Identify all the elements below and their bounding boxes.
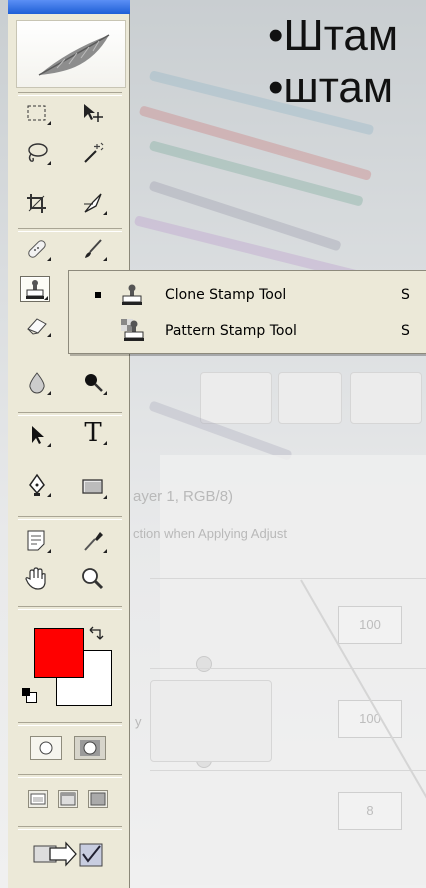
adjust-text: ction when Applying Adjust bbox=[133, 526, 287, 541]
zoom-icon bbox=[82, 568, 104, 590]
brush-icon bbox=[85, 239, 102, 258]
foreground-color-swatch[interactable] bbox=[34, 628, 84, 678]
brush-tool[interactable] bbox=[78, 236, 108, 262]
swap-colors-icon[interactable] bbox=[88, 624, 106, 642]
hand-icon bbox=[25, 567, 46, 590]
eraser-tool[interactable] bbox=[22, 312, 52, 338]
rectangular-marquee-tool[interactable] bbox=[22, 100, 52, 126]
crop-icon bbox=[27, 194, 46, 213]
magic-wand-tool[interactable] bbox=[78, 140, 108, 166]
blur-tool[interactable] bbox=[22, 370, 52, 396]
jump-to-button[interactable] bbox=[30, 838, 112, 870]
menu-item-shortcut: S bbox=[401, 323, 410, 339]
rectangular-marquee-icon bbox=[27, 105, 46, 121]
full-screen-menu-button[interactable] bbox=[58, 790, 78, 808]
bg-field-1: 100 bbox=[338, 606, 402, 644]
path-selection-icon bbox=[32, 426, 44, 444]
slide-bullet-2: •штам bbox=[268, 63, 394, 112]
menu-item-shortcut: S bbox=[401, 287, 410, 303]
default-colors-icon[interactable] bbox=[22, 688, 37, 703]
layer-title-text: ayer 1, RGB/8) bbox=[133, 488, 234, 505]
lasso-icon bbox=[28, 143, 48, 162]
clone-stamp-icon bbox=[122, 284, 142, 305]
eyedropper-tool[interactable] bbox=[78, 528, 108, 554]
move-icon bbox=[84, 104, 103, 122]
feather-logo[interactable] bbox=[16, 20, 126, 88]
full-screen-menu-icon bbox=[60, 792, 76, 806]
standard-screen-button[interactable] bbox=[28, 790, 48, 808]
bg-field-2: 100 bbox=[338, 700, 402, 738]
eyedropper-icon bbox=[84, 532, 103, 551]
clone-stamp-tool[interactable] bbox=[20, 276, 50, 302]
hand-tool[interactable] bbox=[22, 566, 52, 592]
path-selection-tool[interactable] bbox=[22, 422, 52, 448]
selected-bullet-icon bbox=[95, 292, 101, 298]
menu-item-label: Pattern Stamp Tool bbox=[165, 323, 297, 339]
pen-tool[interactable] bbox=[22, 472, 52, 498]
eraser-icon bbox=[27, 318, 47, 335]
quick-mask-icon bbox=[80, 740, 100, 756]
menu-item-pattern-stamp[interactable]: Pattern Stamp Tool S bbox=[69, 315, 426, 347]
slide-bullet-1: •Штам bbox=[268, 11, 399, 60]
notes-tool[interactable] bbox=[22, 528, 52, 554]
full-screen-button[interactable] bbox=[88, 790, 108, 808]
slice-tool[interactable] bbox=[78, 190, 108, 216]
pen-icon bbox=[29, 473, 45, 496]
opacity-label: y bbox=[135, 714, 142, 729]
blur-icon bbox=[29, 372, 45, 394]
feather-icon bbox=[38, 34, 110, 76]
dodge-tool[interactable] bbox=[78, 370, 108, 396]
menu-item-clone-stamp[interactable]: Clone Stamp Tool S bbox=[69, 279, 426, 311]
dodge-icon bbox=[85, 374, 103, 392]
full-screen-icon bbox=[90, 792, 106, 806]
stamp-tool-flyout-menu: Clone Stamp Tool S Pattern Stamp Tool S bbox=[68, 270, 426, 354]
pattern-stamp-icon bbox=[121, 319, 144, 341]
magic-wand-icon bbox=[84, 142, 104, 163]
shape-icon bbox=[82, 479, 103, 494]
toolbox-palette: T bbox=[8, 0, 130, 888]
move-tool[interactable] bbox=[78, 100, 108, 126]
healing-brush-tool[interactable] bbox=[22, 236, 52, 262]
standard-screen-icon bbox=[30, 793, 46, 805]
crop-tool[interactable] bbox=[22, 190, 52, 216]
healing-brush-icon bbox=[28, 240, 46, 258]
zoom-tool[interactable] bbox=[78, 566, 108, 592]
notes-icon bbox=[27, 530, 45, 551]
standard-mode-icon bbox=[39, 741, 53, 755]
bg-field-3: 8 bbox=[338, 792, 402, 830]
shape-tool[interactable] bbox=[78, 474, 108, 500]
jump-to-imageready-icon bbox=[33, 841, 103, 867]
slice-icon bbox=[84, 193, 102, 213]
type-icon: T bbox=[84, 418, 102, 448]
menu-item-label: Clone Stamp Tool bbox=[165, 287, 287, 303]
type-tool[interactable]: T bbox=[78, 420, 108, 446]
toolbox-titlebar[interactable] bbox=[8, 0, 130, 14]
standard-mode-button[interactable] bbox=[30, 736, 62, 760]
lasso-tool[interactable] bbox=[22, 140, 52, 166]
quick-mask-mode-button[interactable] bbox=[74, 736, 106, 760]
